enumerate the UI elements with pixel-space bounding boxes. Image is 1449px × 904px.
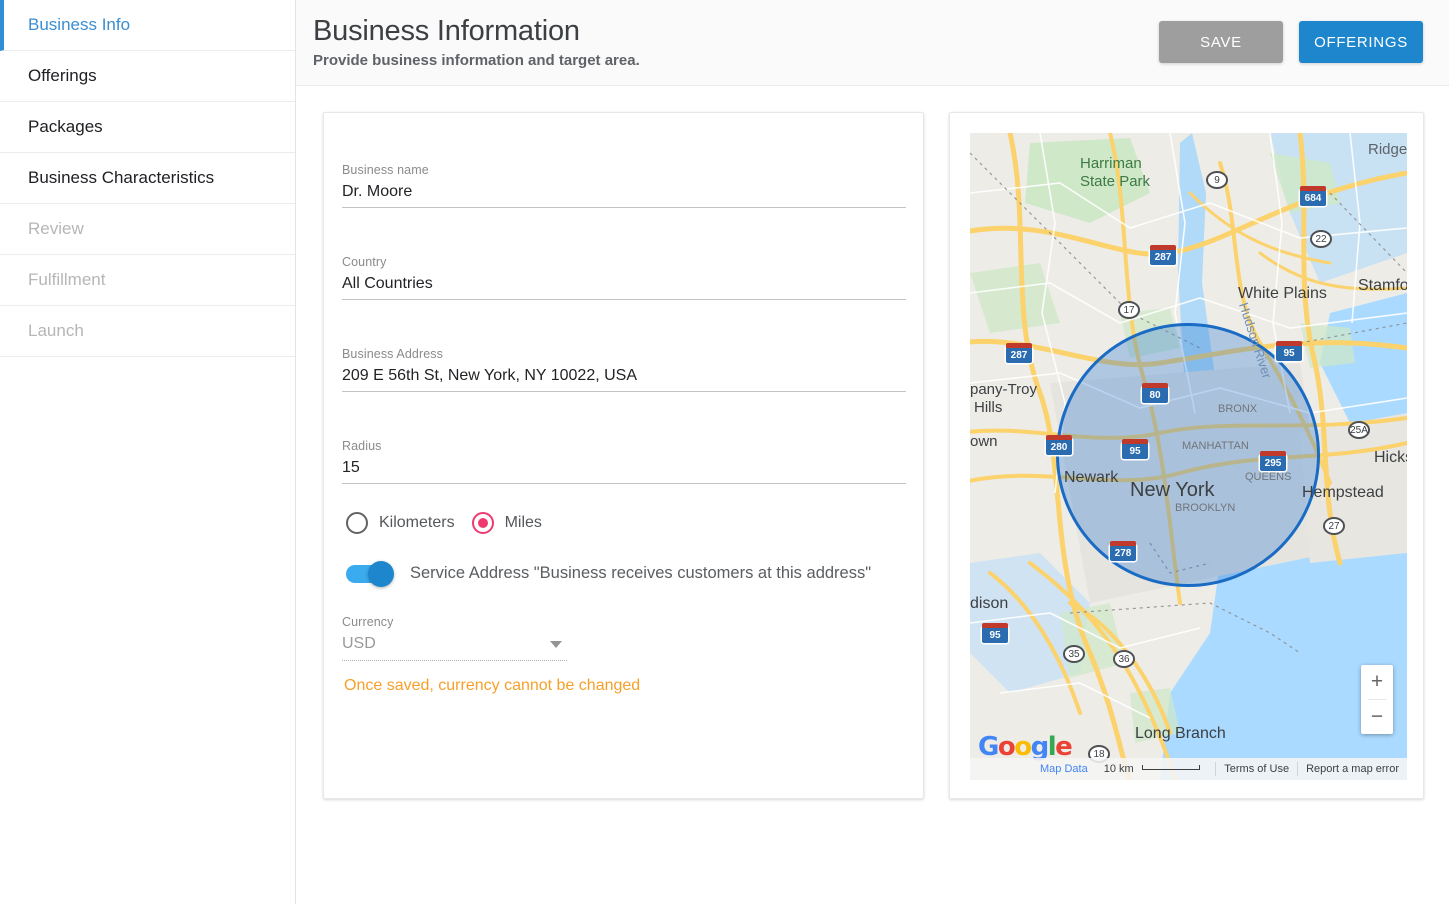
sidebar-item-label: Packages: [28, 117, 103, 136]
chevron-down-icon: [550, 640, 562, 648]
zoom-out-button[interactable]: −: [1361, 700, 1393, 734]
radio-miles[interactable]: Miles: [471, 512, 559, 534]
business-info-form-card: Business name Country Business Address R…: [323, 112, 924, 799]
radius-label: Radius: [342, 439, 382, 453]
sidebar: Business Info Offerings Packages Busines…: [0, 0, 296, 904]
map-scale-label: 10 km: [1103, 763, 1134, 775]
radio-circle-icon: [346, 512, 368, 534]
currency-warning: Once saved, currency cannot be changed: [344, 677, 641, 694]
radio-kilometers-label: Kilometers: [379, 514, 455, 531]
sidebar-item-packages[interactable]: Packages: [0, 102, 295, 153]
coverage-map[interactable]: Harriman State Park Ridge White Plains Stamf…: [970, 133, 1407, 780]
page-subtitle: Provide business information and target …: [313, 52, 640, 69]
service-address-toggle[interactable]: [346, 560, 394, 587]
unit-radio-group: Kilometers Miles: [346, 512, 905, 534]
country-label: Country: [342, 255, 387, 269]
sidebar-item-label: Offerings: [28, 66, 97, 85]
app-root: Business Info Offerings Packages Busines…: [0, 0, 1449, 904]
header-actions: SAVE OFFERINGS: [1159, 12, 1423, 63]
sidebar-item-review: Review: [0, 204, 295, 255]
header-text-block: Business Information Provide business in…: [313, 12, 640, 69]
radius-input[interactable]: [342, 459, 906, 484]
sidebar-item-label: Business Info: [28, 15, 131, 34]
terms-of-use-link[interactable]: Terms of Use: [1216, 763, 1297, 775]
sidebar-item-label: Review: [28, 219, 84, 238]
sidebar-item-fulfillment: Fulfillment: [0, 255, 295, 306]
coverage-radius-circle: [1056, 323, 1320, 587]
sidebar-item-business-info[interactable]: Business Info: [0, 0, 295, 51]
radius-field: Radius: [342, 439, 906, 484]
sidebar-item-business-characteristics[interactable]: Business Characteristics: [0, 153, 295, 204]
radio-kilometers[interactable]: Kilometers: [346, 512, 472, 534]
business-name-input[interactable]: [342, 183, 906, 208]
map-card: Harriman State Park Ridge White Plains Stamf…: [949, 112, 1424, 799]
map-scale: 10 km: [1096, 763, 1208, 775]
map-data-link[interactable]: Map Data: [1032, 763, 1096, 775]
business-name-field: Business name: [342, 163, 906, 208]
sidebar-item-launch: Launch: [0, 306, 295, 357]
currency-label: Currency: [342, 615, 394, 629]
business-address-label: Business Address: [342, 347, 443, 361]
business-address-field: Business Address: [342, 347, 906, 392]
currency-field: Currency USD: [342, 615, 567, 661]
toggle-knob: [368, 560, 394, 587]
business-name-label: Business name: [342, 163, 429, 177]
save-button[interactable]: SAVE: [1159, 21, 1283, 63]
service-address-toggle-row: Service Address "Business receives custo…: [346, 560, 905, 587]
country-field: Country: [342, 255, 906, 300]
map-zoom-controls: + −: [1361, 665, 1393, 734]
page-title: Business Information: [313, 15, 580, 47]
business-address-input[interactable]: [342, 367, 906, 392]
currency-select: USD: [342, 635, 567, 661]
report-map-error-link[interactable]: Report a map error: [1298, 763, 1407, 775]
sidebar-item-label: Launch: [28, 321, 84, 340]
sidebar-item-label: Business Characteristics: [28, 168, 215, 187]
zoom-in-button[interactable]: +: [1361, 665, 1393, 699]
content-area: Business name Country Business Address R…: [296, 86, 1449, 904]
page-header: Business Information Provide business in…: [296, 0, 1449, 86]
map-attribution-bar: Map Data 10 km Terms of Use Report a map…: [970, 758, 1407, 780]
sidebar-item-label: Fulfillment: [28, 270, 106, 289]
country-input[interactable]: [342, 275, 906, 300]
main-content: Business Information Provide business in…: [296, 0, 1449, 904]
service-address-label: Service Address "Business receives custo…: [410, 564, 872, 582]
currency-value: USD: [342, 635, 376, 652]
sidebar-item-offerings[interactable]: Offerings: [0, 51, 295, 102]
radio-miles-label: Miles: [504, 514, 542, 531]
offerings-button[interactable]: OFFERINGS: [1299, 21, 1423, 63]
radio-circle-filled-icon: [471, 512, 494, 534]
map-scale-bar-icon: [1141, 765, 1200, 770]
